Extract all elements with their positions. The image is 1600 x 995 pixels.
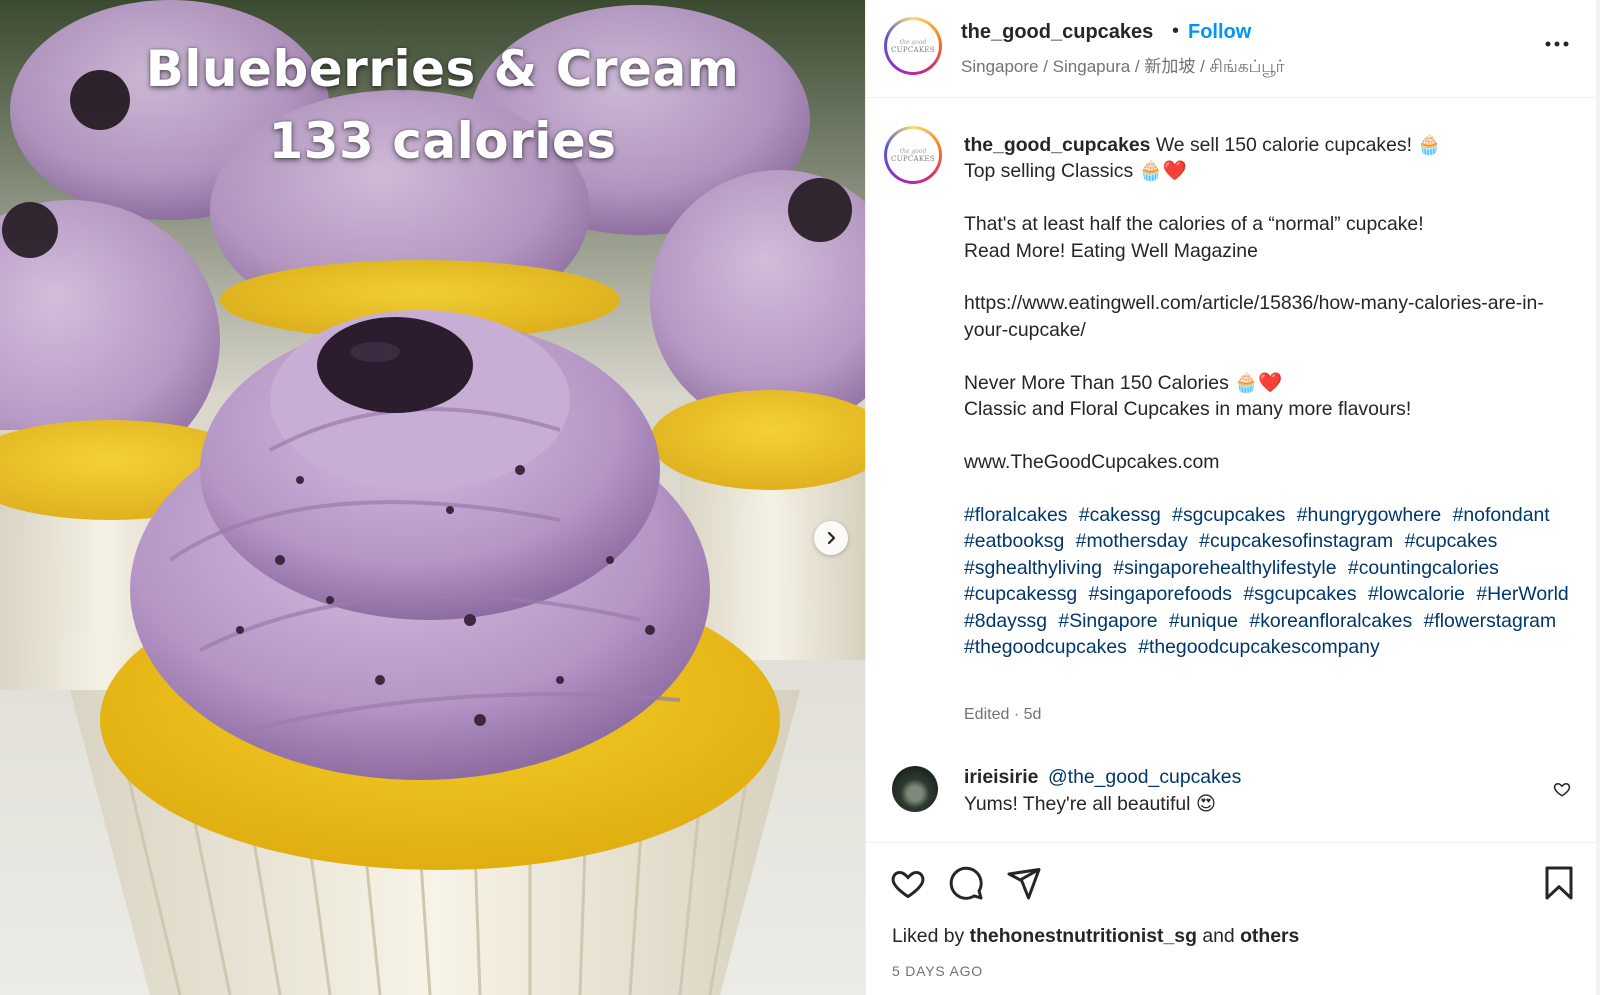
caption-username[interactable]: the_good_cupcakes <box>964 134 1150 156</box>
hashtag-link[interactable]: #sghealthyliving <box>964 557 1102 579</box>
avatar-logo-main: CUPCAKES <box>891 154 935 163</box>
hashtag-link[interactable]: #sgcupcakes <box>1243 583 1356 605</box>
share-icon[interactable] <box>1006 865 1042 901</box>
liked-prefix: Liked by <box>892 925 965 947</box>
hashtag-link[interactable]: #sgcupcakes <box>1172 504 1285 526</box>
hashtag-link[interactable]: #thegoodcupcakescompany <box>1138 636 1379 658</box>
header-separator: • <box>1172 20 1180 42</box>
caption-avatar[interactable]: the good CUPCAKES <box>884 126 942 184</box>
hashtag-link[interactable]: #HerWorld <box>1476 583 1568 605</box>
avatar-logo: the good CUPCAKES <box>887 129 939 181</box>
header-username[interactable]: the_good_cupcakes <box>961 21 1153 44</box>
hashtag-link[interactable]: #cakessg <box>1079 504 1161 526</box>
avatar-logo-main: CUPCAKES <box>891 45 935 54</box>
comment-text: Yums! They're all beautiful 😍 <box>964 793 1217 815</box>
bookmark-icon[interactable] <box>1541 865 1577 901</box>
chevron-right-icon <box>827 531 836 545</box>
post-actions: Liked by thehonestnutritionist_sg and ot… <box>866 842 1600 995</box>
hashtag-link[interactable]: #countingcalories <box>1348 557 1499 579</box>
comment-item: irieisirie @the_good_cupcakes Yums! They… <box>866 760 1600 840</box>
post-media[interactable]: Blueberries & Cream 133 calories <box>0 0 865 995</box>
hashtag-link[interactable]: #mothersday <box>1076 530 1188 552</box>
hashtag-link[interactable]: #lowcalorie <box>1368 583 1465 605</box>
hashtag-link[interactable]: #singaporefoods <box>1089 583 1232 605</box>
follow-button[interactable]: Follow <box>1188 21 1251 44</box>
hashtag-link[interactable]: #thegoodcupcakes <box>964 636 1127 658</box>
edited-timestamp: Edited · 5d <box>964 706 1042 723</box>
hashtag-link[interactable]: #flowerstagram <box>1424 610 1557 632</box>
comment-mention[interactable]: @the_good_cupcakes <box>1048 766 1241 789</box>
hashtag-link[interactable]: #eatbooksg <box>964 530 1064 552</box>
post-time[interactable]: 5 DAYS AGO <box>892 963 983 979</box>
comment-username[interactable]: irieisirie <box>964 766 1038 789</box>
caption-body: We sell 150 calorie cupcakes! 🧁 Top sell… <box>964 134 1544 473</box>
hashtag-link[interactable]: #hungrygowhere <box>1297 504 1441 526</box>
liked-others[interactable]: others <box>1240 925 1299 947</box>
overlay-title: Blueberries & Cream <box>145 40 740 98</box>
liked-by: Liked by thehonestnutritionist_sg and ot… <box>892 925 1299 948</box>
avatar-logo-top: the good <box>899 147 927 155</box>
commenter-avatar[interactable] <box>892 766 938 812</box>
hashtag-link[interactable]: #8dayssg <box>964 610 1047 632</box>
hashtag-link[interactable]: #cupcakesofinstagram <box>1199 530 1393 552</box>
comment-icon[interactable] <box>948 865 984 901</box>
post-details-panel: the good CUPCAKES the_good_cupcakes • Fo… <box>865 0 1600 995</box>
caption-text-block: the_good_cupcakes We sell 150 calorie cu… <box>964 132 1574 475</box>
overlay-calories: 133 calories <box>268 112 617 170</box>
hashtag-link[interactable]: #cupcakes <box>1405 530 1498 552</box>
hashtag-link[interactable]: #Singapore <box>1058 610 1157 632</box>
hashtag-link[interactable]: #cupcakessg <box>964 583 1077 605</box>
hashtag-link[interactable]: #nofondant <box>1453 504 1550 526</box>
hashtag-link[interactable]: #koreanfloralcakes <box>1249 610 1412 632</box>
next-image-button[interactable] <box>814 521 848 555</box>
avatar-logo-top: the good <box>899 38 927 46</box>
hashtag-link[interactable]: #floralcakes <box>964 504 1067 526</box>
avatar-logo: the good CUPCAKES <box>887 20 939 72</box>
liked-by-user[interactable]: thehonestnutritionist_sg <box>970 925 1197 947</box>
hashtag-list: #floralcakes #cakessg #sgcupcakes #hungr… <box>964 502 1579 660</box>
heart-icon[interactable] <box>890 865 926 901</box>
location-link[interactable]: Singapore / Singapura / 新加坡 / சிங்கப்பூர… <box>961 52 1285 79</box>
hashtag-link[interactable]: #singaporehealthylifestyle <box>1113 557 1336 579</box>
scrollbar[interactable] <box>1596 0 1600 995</box>
hashtag-link[interactable]: #unique <box>1169 610 1238 632</box>
liked-and: and <box>1202 925 1235 947</box>
more-horizontal-icon[interactable] <box>1543 38 1571 50</box>
heart-outline-icon[interactable] <box>1553 780 1571 798</box>
post-header: the good CUPCAKES the_good_cupcakes • Fo… <box>866 0 1600 98</box>
profile-avatar[interactable]: the good CUPCAKES <box>884 17 942 75</box>
